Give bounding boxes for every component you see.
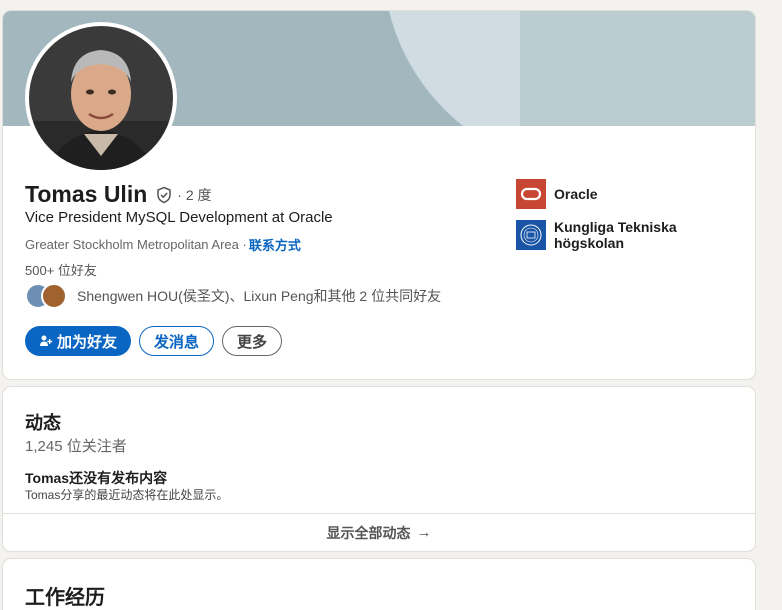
company-name: Kungliga Tekniska högskolan — [554, 219, 677, 251]
mutual-avatar — [41, 283, 67, 309]
company-item-oracle[interactable]: Oracle — [516, 179, 684, 209]
connection-degree: · 2 度 — [177, 186, 212, 203]
mutual-connections[interactable]: Shengwen HOU(侯圣文)、Lixun Peng和其他 2 位共同好友 — [25, 283, 441, 309]
add-person-icon — [39, 334, 53, 348]
activity-title: 动态 — [25, 413, 61, 433]
empty-activity-desc: Tomas分享的最近动态将在此处显示。 — [25, 488, 229, 502]
mutual-avatars — [25, 283, 71, 309]
profile-location: Greater Stockholm Metropolitan Area · — [25, 237, 247, 252]
show-all-label: 显示全部动态 — [326, 524, 411, 541]
followers-count: 1,245 位关注者 — [25, 438, 127, 455]
location-row: Greater Stockholm Metropolitan Area · 联系… — [25, 235, 301, 254]
connections-count[interactable]: 500+ 位好友 — [25, 260, 97, 279]
arrow-right-icon: → — [416, 524, 432, 541]
profile-photo — [29, 26, 173, 170]
profile-headline: Vice President MySQL Development at Orac… — [25, 209, 333, 226]
profile-card: Tomas Ulin · 2 度 Vice President MySQL De… — [3, 11, 755, 379]
message-button[interactable]: 发消息 — [139, 326, 215, 356]
profile-actions: 加为好友 发消息 更多 — [25, 326, 283, 356]
more-button[interactable]: 更多 — [222, 326, 283, 356]
experience-title: 工作经历 — [25, 587, 105, 609]
empty-activity-title: Tomas还没有发布内容 — [25, 470, 168, 486]
kth-logo-icon — [516, 220, 546, 250]
profile-avatar[interactable] — [25, 22, 177, 174]
connect-button-label: 加为好友 — [57, 333, 118, 351]
connect-button[interactable]: 加为好友 — [25, 326, 132, 356]
company-name: Oracle — [554, 186, 598, 202]
activity-card: 动态 1,245 位关注者 Tomas还没有发布内容 Tomas分享的最近动态将… — [3, 387, 755, 551]
show-all-activity-button[interactable]: 显示全部动态 → — [3, 513, 755, 551]
mutual-connections-text: Shengwen HOU(侯圣文)、Lixun Peng和其他 2 位共同好友 — [77, 288, 442, 304]
verified-shield-icon[interactable] — [155, 186, 173, 204]
profile-name: Tomas Ulin — [25, 181, 148, 207]
name-row: Tomas Ulin · 2 度 — [25, 181, 212, 208]
company-list: Oracle Kungliga Tekniska högskolan — [516, 179, 684, 261]
contact-info-link[interactable]: 联系方式 — [249, 235, 301, 254]
experience-card: 工作经历 — [3, 559, 755, 610]
company-item-kth[interactable]: Kungliga Tekniska högskolan — [516, 219, 684, 251]
oracle-logo-icon — [516, 179, 546, 209]
